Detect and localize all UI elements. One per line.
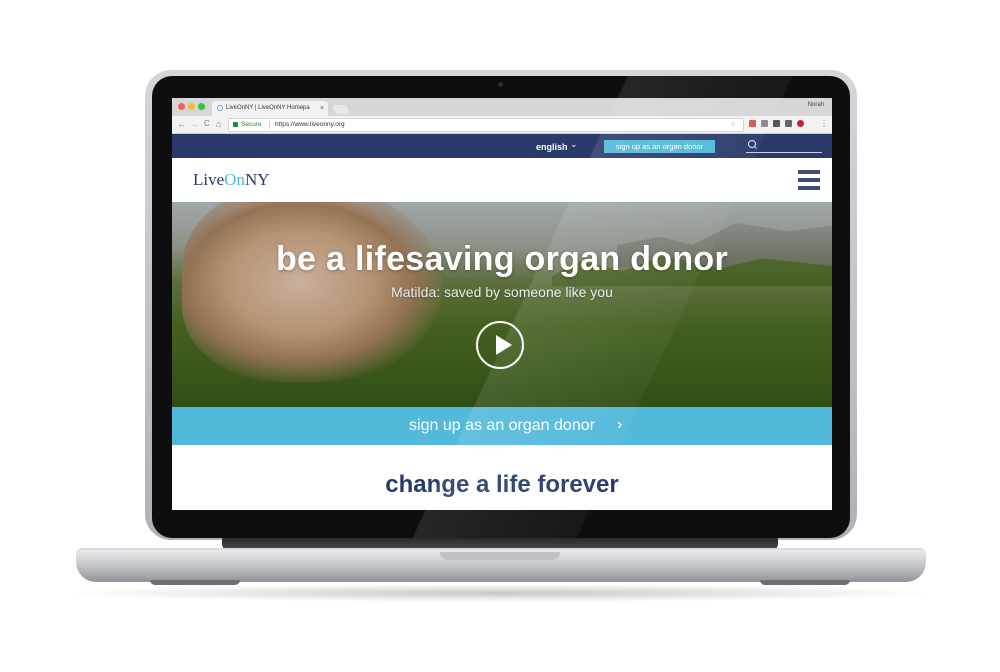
pocket-icon[interactable] <box>761 120 768 127</box>
lock-icon <box>233 122 238 127</box>
favicon-icon <box>217 105 223 111</box>
laptop-foot <box>760 580 850 585</box>
minimize-window-button[interactable] <box>188 103 195 110</box>
reload-button[interactable]: C <box>204 118 210 130</box>
url-text[interactable]: https://www.liveonny.org <box>275 119 345 131</box>
new-tab-button[interactable] <box>332 105 350 114</box>
search-input[interactable] <box>746 138 822 153</box>
hamburger-menu-icon[interactable] <box>798 169 820 191</box>
menu-line <box>798 178 820 182</box>
search-icon <box>748 140 756 148</box>
secure-label: Secure <box>241 121 262 128</box>
browser-tabstrip: LiveOnNY | LiveOnNY Homepa × Norah <box>172 98 832 116</box>
logo-text: NY <box>244 170 270 189</box>
tab-title: LiveOnNY | LiveOnNY Homepa <box>226 105 310 111</box>
signup-cta-label[interactable]: sign up as an organ donor <box>172 417 832 435</box>
divider <box>269 121 270 129</box>
menu-line <box>798 186 820 190</box>
signup-cta-bar[interactable]: sign up as an organ donor › <box>172 407 832 445</box>
screen: LiveOnNY | LiveOnNY Homepa × Norah ← → C… <box>172 98 832 510</box>
maximize-window-button[interactable] <box>198 103 205 110</box>
play-icon[interactable] <box>476 321 524 369</box>
utility-bar: english ⌄ sign up as an organ donor <box>172 134 832 158</box>
hero-overlay <box>172 202 832 407</box>
hero-section: be a lifesaving organ donor Matilda: sav… <box>172 202 832 407</box>
laptop-notch <box>440 552 560 560</box>
flag-icon[interactable] <box>773 120 780 127</box>
menu-line <box>798 170 820 174</box>
close-window-button[interactable] <box>178 103 185 110</box>
header-signup-button[interactable]: sign up as an organ donor <box>604 140 715 153</box>
pinterest-icon[interactable] <box>797 120 804 127</box>
language-selector[interactable]: english <box>536 142 568 152</box>
extension-icon[interactable] <box>749 120 756 127</box>
liveonny-logo[interactable]: LiveOnNY <box>193 170 270 190</box>
camera <box>498 82 503 87</box>
hero-title: be a lifesaving organ donor <box>275 240 729 278</box>
laptop-shadow <box>60 584 940 602</box>
site-header: LiveOnNY <box>172 158 832 202</box>
back-button[interactable]: ← <box>177 118 186 130</box>
logo-text: On <box>224 170 245 189</box>
tab-close-icon[interactable]: × <box>320 101 324 116</box>
chevron-right-icon[interactable]: › <box>617 416 622 434</box>
home-button[interactable]: ⌂ <box>216 118 221 130</box>
forward-button[interactable]: → <box>190 118 199 130</box>
profile-name[interactable]: Norah <box>808 102 824 108</box>
laptop-foot <box>150 580 240 585</box>
logo-text: Live <box>193 170 225 189</box>
browser-menu-icon[interactable]: ⋮ <box>820 118 828 130</box>
extension-icon[interactable] <box>785 120 792 127</box>
chevron-down-icon[interactable]: ⌄ <box>570 139 578 150</box>
browser-tab[interactable]: LiveOnNY | LiveOnNY Homepa × <box>212 101 328 116</box>
browser-toolbar: ← → C ⌂ Secure https://www.liveonny.org … <box>172 116 832 134</box>
address-bar[interactable]: Secure https://www.liveonny.org <box>228 118 744 132</box>
bookmark-star-icon[interactable]: ☆ <box>730 120 736 128</box>
hero-subtitle: Matilda: saved by someone like you <box>391 284 613 300</box>
section-heading: change a life forever <box>385 471 619 498</box>
